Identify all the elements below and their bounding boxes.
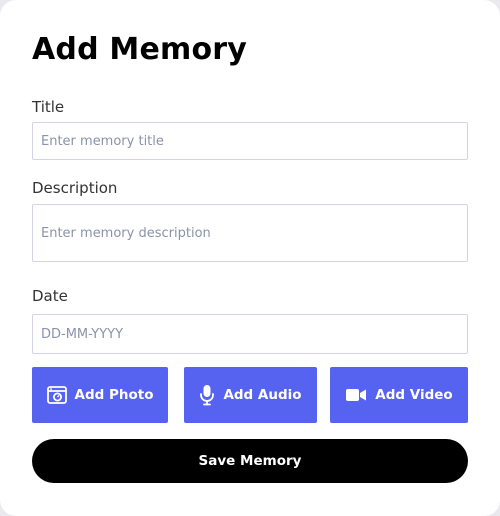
add-photo-button[interactable]: Add Photo xyxy=(32,367,168,423)
add-photo-label: Add Photo xyxy=(74,387,154,403)
video-camera-icon xyxy=(345,387,367,403)
date-label: Date xyxy=(32,287,68,305)
description-label: Description xyxy=(32,179,118,197)
photo-camera-icon xyxy=(46,386,67,404)
date-input[interactable] xyxy=(32,314,468,354)
add-memory-card: Add Memory Title Description Date Add Ph… xyxy=(0,0,500,516)
save-memory-button[interactable]: Save Memory xyxy=(32,439,468,483)
title-label: Title xyxy=(32,98,65,116)
add-audio-label: Add Audio xyxy=(223,387,302,403)
title-input[interactable] xyxy=(32,122,468,160)
description-textarea[interactable] xyxy=(32,204,468,262)
add-audio-button[interactable]: Add Audio xyxy=(184,367,317,423)
add-video-button[interactable]: Add Video xyxy=(330,367,468,423)
microphone-icon xyxy=(199,384,215,406)
add-video-label: Add Video xyxy=(375,387,453,403)
page-title: Add Memory xyxy=(32,32,248,67)
